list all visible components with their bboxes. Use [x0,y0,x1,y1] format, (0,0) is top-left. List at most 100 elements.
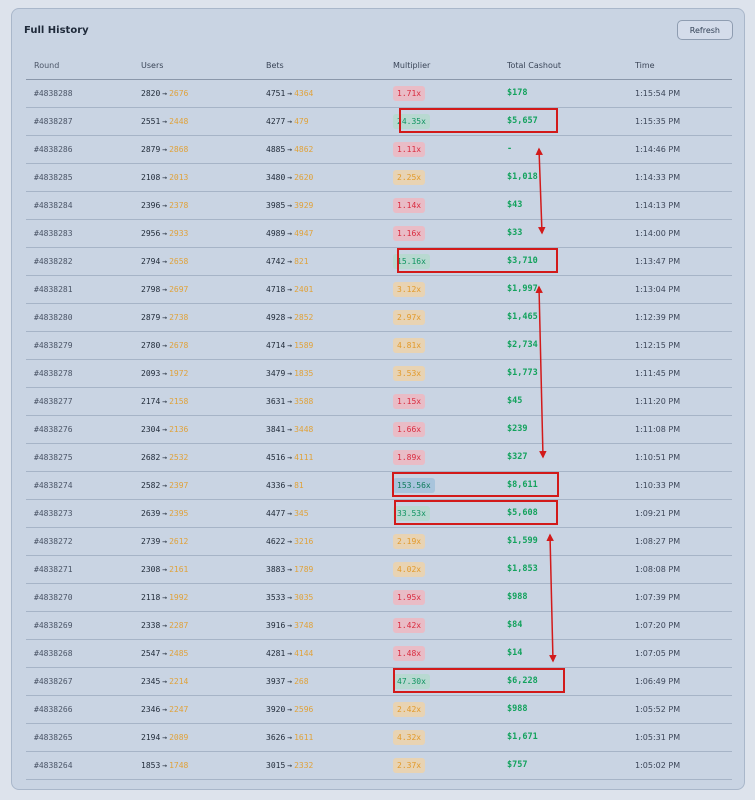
table-row: #4838284 2396 → 2378 3985 → 3929 1.14x $43 1:14:1… [26,191,732,220]
arrow-right-icon: → [162,340,168,350]
users-start: 2780 [141,340,161,350]
bets-change: 4622 → 3216 [266,527,313,555]
bets-end: 268 [294,676,309,686]
arrow-right-icon: → [287,200,293,210]
total-cashout: $1,773 [507,368,538,378]
total-cashout: $1,599 [507,536,538,546]
table-row: #4838264 1853 → 1748 3015 → 2332 2.37x $757 1:05:… [26,751,732,780]
total-cashout: $239 [507,424,528,434]
bets-end: 1611 [294,732,314,742]
refresh-button[interactable]: Refresh [676,20,733,40]
round-id: #4838271 [34,564,73,574]
bets-start: 3480 [266,172,286,182]
total-cashout: - [507,144,513,154]
users-start: 2338 [141,620,161,630]
users-start: 2118 [141,592,161,602]
round-time: 1:13:04 PM [635,284,681,294]
bets-end: 4862 [294,144,314,154]
table-row: #4838276 2304 → 2136 3841 → 3448 1.66x $239 1:11:… [26,415,732,444]
arrow-right-icon: → [162,368,168,378]
arrow-right-icon: → [162,256,168,266]
arrow-right-icon: → [287,88,293,98]
multiplier-cell: 1.48x [393,639,426,667]
users-change: 2739 → 2612 [141,527,188,555]
total-cashout: $988 [507,592,528,602]
column-header-multiplier: Multiplier [393,60,431,70]
users-end: 2532 [169,452,189,462]
multiplier-badge: 1.16x [393,225,426,241]
arrow-right-icon: → [162,144,168,154]
table-row: #4838270 2118 → 1992 3533 → 3035 1.95x $988 1:07:… [26,583,732,612]
multiplier-cell: 2.37x [393,751,426,779]
bets-start: 4336 [266,480,286,490]
users-start: 2093 [141,368,161,378]
users-start: 2345 [141,676,161,686]
users-change: 2108 → 2013 [141,163,188,191]
bets-end: 1589 [294,340,314,350]
bets-change: 4714 → 1589 [266,331,313,359]
multiplier-badge: 2.97x [393,309,426,325]
round-time: 1:08:08 PM [635,564,681,574]
round-id: #4838273 [34,508,73,518]
round-id: #4838283 [34,228,73,238]
bets-start: 3479 [266,368,286,378]
users-end: 2397 [169,480,189,490]
bets-change: 4277 → 479 [266,107,309,135]
bets-end: 1789 [294,564,314,574]
users-start: 2956 [141,228,161,238]
bets-end: 4144 [294,648,314,658]
users-start: 2551 [141,116,161,126]
round-id: #4838279 [34,340,73,350]
multiplier-badge: 4.32x [393,729,426,745]
bets-start: 4751 [266,88,286,98]
bets-change: 4718 → 2401 [266,275,313,303]
bets-start: 4885 [266,144,286,154]
users-end: 1748 [169,760,189,770]
bets-end: 3035 [294,592,314,602]
table-row: #4838267 2345 → 2214 3937 → 268 47.30x $6,228 1:0… [26,667,732,696]
bets-end: 4947 [294,228,314,238]
bets-start: 4281 [266,648,286,658]
users-start: 2582 [141,480,161,490]
arrow-right-icon: → [287,732,293,742]
multiplier-badge: 1.95x [393,589,426,605]
arrow-right-icon: → [162,172,168,182]
bets-start: 3015 [266,760,286,770]
users-end: 2395 [169,508,189,518]
users-start: 2639 [141,508,161,518]
bets-start: 3631 [266,396,286,406]
round-id: #4838278 [34,368,73,378]
arrow-right-icon: → [287,592,293,602]
round-time: 1:14:00 PM [635,228,681,238]
bets-end: 81 [294,480,304,490]
round-id: #4838284 [34,200,73,210]
arrow-right-icon: → [287,760,293,770]
bets-change: 3626 → 1611 [266,723,313,751]
users-change: 2879 → 2868 [141,135,188,163]
bets-change: 3480 → 2620 [266,163,313,191]
users-start: 2304 [141,424,161,434]
bets-start: 3916 [266,620,286,630]
users-change: 2956 → 2933 [141,219,188,247]
highlight-box [394,500,558,525]
round-id: #4838265 [34,732,73,742]
arrow-right-icon: → [287,116,293,126]
bets-start: 4516 [266,452,286,462]
round-id: #4838267 [34,676,73,686]
users-change: 2639 → 2395 [141,499,188,527]
users-change: 2780 → 2678 [141,331,188,359]
arrow-right-icon: → [287,144,293,154]
round-id: #4838274 [34,480,73,490]
table-row: #4838278 2093 → 1972 3479 → 1835 3.53x $1,773 1:1… [26,359,732,388]
multiplier-badge: 4.02x [393,561,426,577]
table-row: #4838272 2739 → 2612 4622 → 3216 2.19x $1,599 1:0… [26,527,732,556]
bets-start: 4989 [266,228,286,238]
round-time: 1:14:33 PM [635,172,681,182]
total-cashout: $1,853 [507,564,538,574]
arrow-right-icon: → [287,452,293,462]
round-time: 1:10:33 PM [635,480,681,490]
arrow-right-icon: → [162,284,168,294]
table-row: #4838277 2174 → 2158 3631 → 3588 1.15x $45 1:11:2… [26,387,732,416]
round-id: #4838286 [34,144,73,154]
arrow-right-icon: → [162,452,168,462]
